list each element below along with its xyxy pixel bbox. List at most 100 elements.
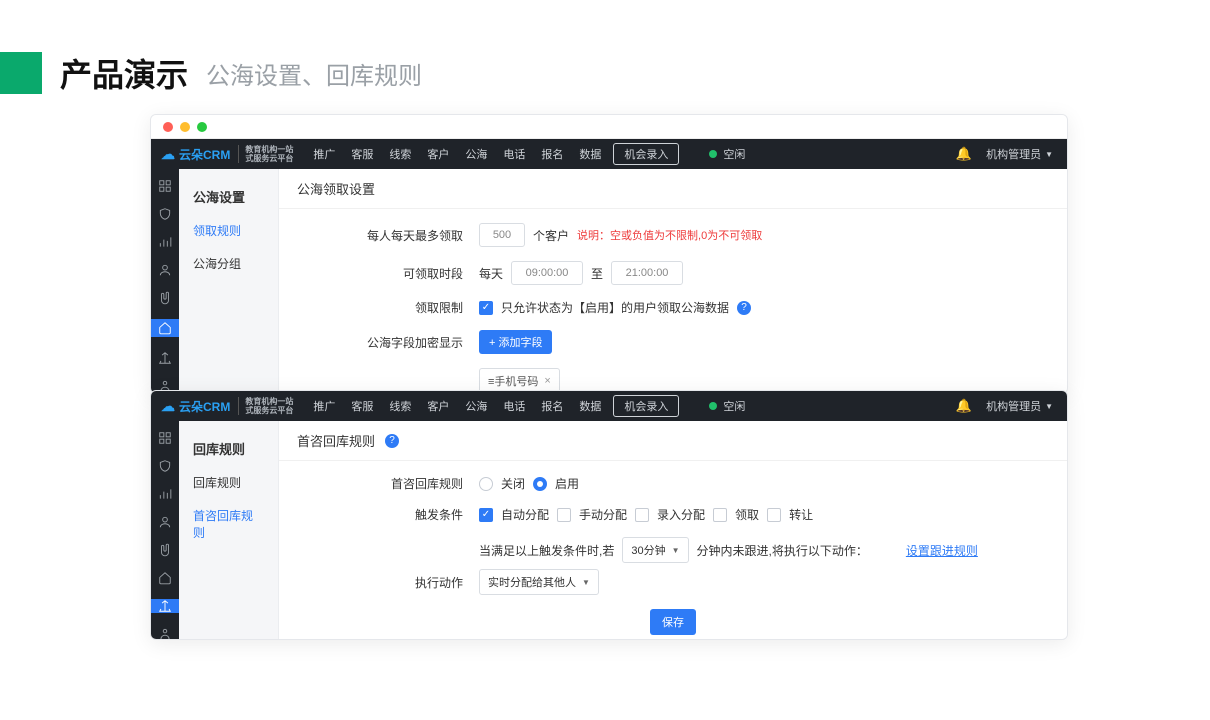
minimize-dot-icon[interactable] [180,122,190,132]
followup-rule-link[interactable]: 设置跟进规则 [906,542,978,559]
sidebar: 回库规则 回库规则 首咨回库规则 [179,421,279,639]
cb-entry-assign[interactable] [635,508,649,522]
nav-customers[interactable]: 客户 [427,146,449,162]
time-from-input[interactable] [511,261,583,285]
chevron-down-icon: ▼ [1045,150,1053,159]
sidebar-item-first-consult-return[interactable]: 首咨回库规则 [179,499,278,549]
nav-signup[interactable]: 报名 [541,398,563,414]
sidebar-item-sea-groups[interactable]: 公海分组 [179,247,278,280]
cloud-icon: ☁ [161,398,175,415]
brand-logo[interactable]: ☁ 云朵CRM 教育机构一站式服务云平台 [151,397,303,415]
nav-data[interactable]: 数据 [579,146,601,162]
topbar: ☁ 云朵CRM 教育机构一站式服务云平台 推广 客服 线索 客户 公海 电话 报… [151,391,1067,421]
nav-public-sea[interactable]: 公海 [465,398,487,414]
rail-dashboard-icon[interactable] [157,179,173,193]
radio-on[interactable] [533,477,547,491]
brand-name: 云朵CRM [179,146,230,163]
brand-logo[interactable]: ☁ 云朵CRM 教育机构一站式服务云平台 [151,145,303,163]
window-return-rules: ☁ 云朵CRM 教育机构一站式服务云平台 推广 客服 线索 客户 公海 电话 报… [150,390,1068,640]
action-select[interactable]: 实时分配给其他人▼ [479,569,599,595]
opportunity-entry-button[interactable]: 机会录入 [613,143,679,165]
brand-name: 云朵CRM [179,398,230,415]
topbar: ☁ 云朵CRM 教育机构一站式服务云平台 推广 客服 线索 客户 公海 电话 报… [151,139,1067,169]
rail-dashboard-icon[interactable] [157,431,173,445]
section-title: 首咨回库规则 ? [279,421,1067,461]
nav-data[interactable]: 数据 [579,398,601,414]
help-icon[interactable]: ? [737,301,751,315]
nav-service[interactable]: 客服 [351,398,373,414]
sidebar: 公海设置 领取规则 公海分组 [179,169,279,393]
windows-stage: ☁ 云朵CRM 教育机构一站式服务云平台 推广 客服 线索 客户 公海 电话 报… [150,114,1080,674]
cb-claim[interactable] [713,508,727,522]
rail-user-icon[interactable] [157,515,173,529]
row-daily-limit: 每人每天最多领取 个客户 说明：空或负值为不限制,0为不可领取 [279,223,1067,247]
time-to-input[interactable] [611,261,683,285]
brand-tagline: 教育机构一站式服务云平台 [238,397,293,415]
checkbox-label: 只允许状态为【启用】的用户领取公海数据 [501,299,729,316]
sidebar-item-claim-rules[interactable]: 领取规则 [179,214,278,247]
nav-calls[interactable]: 电话 [503,146,525,162]
close-dot-icon[interactable] [163,122,173,132]
slide-title: 产品演示 [60,50,188,96]
main-panel: 公海领取设置 每人每天最多领取 个客户 说明：空或负值为不限制,0为不可领取 可… [279,169,1067,393]
cb-manual-assign[interactable] [557,508,571,522]
opportunity-entry-button[interactable]: 机会录入 [613,395,679,417]
rail-home-icon[interactable] [151,319,179,337]
row-time-range: 可领取时段 每天 至 [279,261,1067,285]
status-dot-icon [709,402,717,410]
main-panel: 首咨回库规则 ? 首咨回库规则 关闭 启用 触发条件 ✓自动分配 [279,421,1067,639]
rail-shield-icon[interactable] [157,207,173,221]
accent-block [0,52,42,94]
icon-rail [151,421,179,639]
slide-subtitle: 公海设置、回库规则 [206,56,422,91]
save-button[interactable]: 保存 [650,609,696,635]
limit-note: 说明：空或负值为不限制,0为不可领取 [577,227,762,243]
nav-service[interactable]: 客服 [351,146,373,162]
sidebar-heading: 回库规则 [179,431,278,466]
nav-calls[interactable]: 电话 [503,398,525,414]
rail-stats-icon[interactable] [157,235,173,249]
nav-promo[interactable]: 推广 [313,398,335,414]
nav-leads[interactable]: 线索 [389,398,411,414]
duration-select[interactable]: 30分钟▼ [622,537,688,563]
bell-icon[interactable]: 🔔 [956,398,972,414]
icon-rail [151,169,179,393]
nav-customers[interactable]: 客户 [427,398,449,414]
zoom-dot-icon[interactable] [197,122,207,132]
nav-signup[interactable]: 报名 [541,146,563,162]
row-enable-rule: 首咨回库规则 关闭 启用 [279,475,1067,492]
nav-promo[interactable]: 推广 [313,146,335,162]
rail-home-icon[interactable] [157,571,173,585]
enable-users-checkbox[interactable]: ✓ [479,301,493,315]
status-idle[interactable]: 空闲 [709,398,745,414]
row-encrypt-fields: 公海字段加密显示 + 添加字段 [279,330,1067,354]
sidebar-item-return-rules[interactable]: 回库规则 [179,466,278,499]
rail-person-icon[interactable] [157,627,173,640]
add-field-button[interactable]: + 添加字段 [479,330,552,354]
rail-recycle-icon[interactable] [157,351,173,365]
user-menu[interactable]: 机构管理员▼ [986,398,1053,414]
rail-hand-icon[interactable] [157,543,173,557]
cb-auto-assign[interactable]: ✓ [479,508,493,522]
rail-stats-icon[interactable] [157,487,173,501]
rail-recycle-icon[interactable] [151,599,179,613]
section-title: 公海领取设置 [279,169,1067,209]
rail-hand-icon[interactable] [157,291,173,305]
window-public-sea-settings: ☁ 云朵CRM 教育机构一站式服务云平台 推广 客服 线索 客户 公海 电话 报… [150,114,1068,394]
daily-limit-input[interactable] [479,223,525,247]
status-idle[interactable]: 空闲 [709,146,745,162]
top-nav: 推广 客服 线索 客户 公海 电话 报名 数据 [303,398,601,414]
chevron-down-icon: ▼ [1045,402,1053,411]
remove-tag-icon[interactable]: × [544,375,550,387]
help-icon[interactable]: ? [385,434,399,448]
cb-transfer[interactable] [767,508,781,522]
row-trigger-conditions: 触发条件 ✓自动分配 手动分配 录入分配 领取 转让 [279,506,1067,523]
radio-off[interactable] [479,477,493,491]
rail-shield-icon[interactable] [157,459,173,473]
bell-icon[interactable]: 🔔 [956,146,972,162]
user-menu[interactable]: 机构管理员▼ [986,146,1053,162]
nav-public-sea[interactable]: 公海 [465,146,487,162]
nav-leads[interactable]: 线索 [389,146,411,162]
top-nav: 推广 客服 线索 客户 公海 电话 报名 数据 [303,146,601,162]
rail-user-icon[interactable] [157,263,173,277]
